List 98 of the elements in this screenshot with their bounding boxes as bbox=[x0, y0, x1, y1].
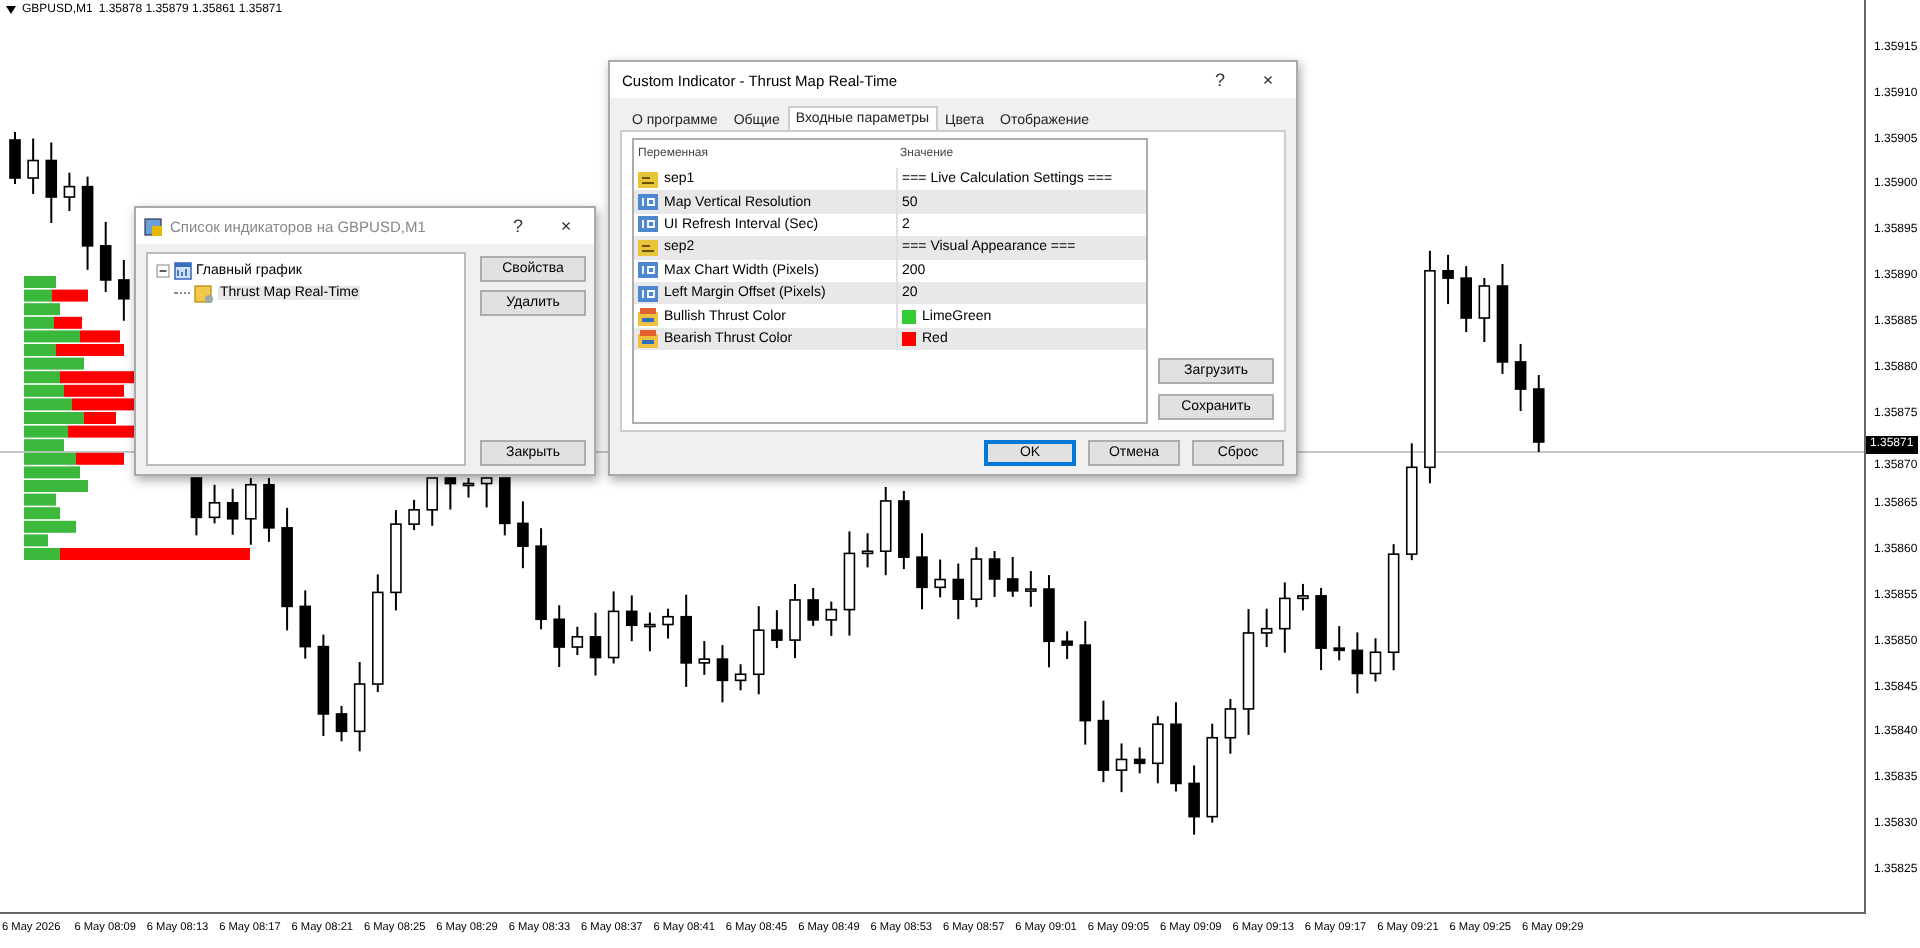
candle bbox=[716, 644, 729, 704]
candle bbox=[353, 661, 366, 753]
candle bbox=[1097, 699, 1110, 784]
chart-icon bbox=[174, 262, 192, 280]
collapse-toggle-icon[interactable] bbox=[156, 264, 170, 278]
candle bbox=[299, 589, 312, 660]
candle bbox=[1242, 607, 1255, 736]
candle bbox=[1442, 253, 1454, 306]
candle bbox=[190, 477, 203, 537]
candle bbox=[498, 477, 511, 537]
candle bbox=[771, 609, 783, 650]
candle bbox=[1369, 637, 1382, 683]
candle bbox=[263, 477, 275, 543]
candle bbox=[916, 532, 928, 611]
number-parameter-icon bbox=[638, 262, 658, 279]
candle bbox=[988, 550, 1001, 598]
candle bbox=[1115, 742, 1128, 794]
candle bbox=[970, 546, 983, 609]
candle bbox=[1333, 625, 1345, 662]
candle bbox=[517, 500, 529, 570]
candle bbox=[1297, 582, 1309, 612]
candle bbox=[1006, 555, 1019, 598]
candle bbox=[480, 477, 493, 509]
candle bbox=[118, 258, 130, 322]
close-button[interactable]: × bbox=[546, 216, 586, 236]
candle bbox=[698, 640, 711, 676]
candle bbox=[1351, 631, 1364, 695]
candle bbox=[843, 530, 856, 637]
candle bbox=[1043, 574, 1055, 669]
candle bbox=[553, 604, 565, 669]
candle bbox=[571, 625, 584, 657]
number-parameter-icon bbox=[638, 216, 658, 233]
candle bbox=[1387, 543, 1400, 672]
app-icon bbox=[144, 217, 162, 235]
candle bbox=[535, 527, 547, 631]
help-button[interactable]: ? bbox=[498, 216, 538, 236]
candle bbox=[1025, 570, 1037, 608]
candle bbox=[226, 487, 239, 536]
candle bbox=[63, 171, 76, 212]
candle bbox=[644, 611, 656, 653]
candle bbox=[372, 573, 384, 694]
candle bbox=[390, 509, 402, 612]
candle bbox=[99, 220, 112, 293]
candle bbox=[1152, 715, 1164, 785]
candle bbox=[408, 498, 420, 532]
candle bbox=[952, 562, 965, 621]
help-button[interactable]: ? bbox=[1200, 70, 1240, 90]
candle bbox=[898, 489, 910, 571]
candle bbox=[444, 477, 457, 511]
candle bbox=[1279, 581, 1291, 654]
candle bbox=[1206, 722, 1219, 824]
candle bbox=[281, 506, 293, 632]
candle bbox=[1460, 265, 1472, 333]
candle bbox=[1061, 630, 1073, 661]
palette-icon bbox=[638, 329, 658, 348]
candle bbox=[734, 663, 747, 692]
dropdown-icon[interactable] bbox=[6, 6, 16, 14]
candle bbox=[752, 605, 765, 696]
text-parameter-icon bbox=[638, 171, 658, 188]
candle bbox=[1133, 746, 1146, 775]
candle bbox=[245, 477, 257, 546]
palette-icon bbox=[638, 307, 658, 326]
number-parameter-icon bbox=[638, 194, 658, 211]
indicator-icon bbox=[194, 283, 214, 303]
text-parameter-icon bbox=[638, 239, 658, 256]
candle bbox=[1532, 374, 1545, 453]
candle bbox=[861, 532, 874, 569]
candle bbox=[27, 137, 39, 195]
candle bbox=[1260, 607, 1273, 648]
candle bbox=[807, 587, 819, 627]
candle bbox=[625, 594, 638, 643]
candle bbox=[680, 593, 692, 688]
candle bbox=[335, 704, 348, 743]
candle bbox=[789, 583, 801, 660]
candle bbox=[426, 477, 439, 527]
candle bbox=[934, 558, 946, 599]
candle bbox=[662, 607, 674, 640]
candle bbox=[1315, 586, 1327, 672]
candle bbox=[607, 590, 620, 665]
candle bbox=[9, 131, 21, 185]
candle bbox=[825, 600, 838, 637]
candle bbox=[1079, 620, 1092, 746]
candle bbox=[1478, 277, 1491, 343]
candle bbox=[1170, 701, 1182, 793]
candle bbox=[208, 483, 221, 525]
number-parameter-icon bbox=[638, 285, 658, 302]
candle bbox=[45, 141, 58, 224]
candle bbox=[1188, 764, 1200, 836]
candle bbox=[317, 633, 330, 737]
candle bbox=[1406, 442, 1418, 562]
candle bbox=[1496, 263, 1509, 375]
candle bbox=[81, 175, 94, 271]
candle bbox=[462, 477, 475, 499]
close-button[interactable]: × bbox=[1248, 70, 1288, 90]
candle bbox=[1224, 697, 1237, 755]
candle bbox=[1514, 342, 1527, 413]
candle bbox=[879, 485, 892, 577]
candle bbox=[589, 611, 602, 677]
